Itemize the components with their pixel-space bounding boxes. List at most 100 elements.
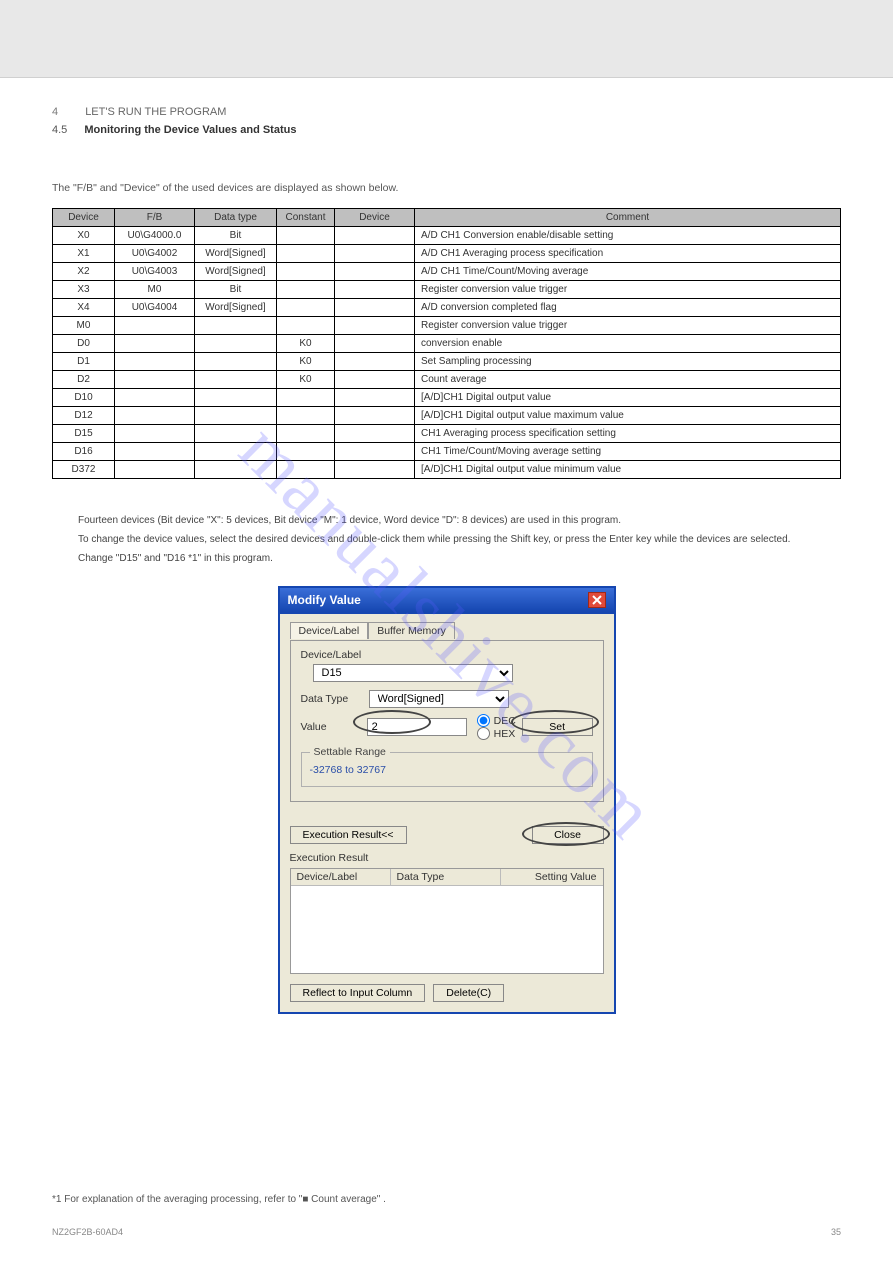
table-cell — [195, 389, 277, 407]
page-footer: NZ2GF2B-60AD4 35 — [52, 1227, 841, 1237]
col-fb: F/B — [115, 209, 195, 227]
chapter-number: 4 — [52, 106, 58, 118]
radix-radio-group: DEC HEX — [477, 714, 516, 740]
grid-col-setting: Setting Value — [501, 869, 603, 885]
radio-hex-input[interactable] — [477, 727, 490, 740]
execution-result-toggle[interactable]: Execution Result<< — [290, 826, 407, 844]
table-cell: U0\G4002 — [115, 245, 195, 263]
tab-device-label[interactable]: Device/Label — [290, 622, 369, 639]
table-cell: conversion enable — [415, 335, 841, 353]
table-cell — [335, 227, 415, 245]
table-cell: Word[Signed] — [195, 245, 277, 263]
table-cell — [335, 407, 415, 425]
col-datatype: Data type — [195, 209, 277, 227]
table-cell — [335, 281, 415, 299]
table-cell — [277, 281, 335, 299]
table-cell: Word[Signed] — [195, 299, 277, 317]
table-cell: A/D conversion completed flag — [415, 299, 841, 317]
table-cell: K0 — [277, 353, 335, 371]
table-row: X1U0\G4002Word[Signed]A/D CH1 Averaging … — [53, 245, 841, 263]
table-cell — [115, 335, 195, 353]
table-cell: Set Sampling processing — [415, 353, 841, 371]
table-row: D16CH1 Time/Count/Moving average setting — [53, 443, 841, 461]
grid-col-datatype: Data Type — [391, 869, 501, 885]
table-cell: D10 — [53, 389, 115, 407]
table-cell — [115, 407, 195, 425]
set-button[interactable]: Set — [522, 718, 593, 736]
table-cell — [277, 389, 335, 407]
range-text: -32768 to 32767 — [310, 764, 584, 776]
device-table: Device F/B Data type Constant Device Com… — [52, 208, 841, 479]
grid-col-device: Device/Label — [291, 869, 391, 885]
data-type-label: Data Type — [301, 693, 363, 705]
table-cell — [335, 335, 415, 353]
table-cell — [277, 443, 335, 461]
table-cell: U0\G4003 — [115, 263, 195, 281]
table-cell: D16 — [53, 443, 115, 461]
radio-hex[interactable]: HEX — [477, 727, 516, 740]
table-row: X4U0\G4004Word[Signed]A/D conversion com… — [53, 299, 841, 317]
close-button[interactable]: Close — [532, 826, 604, 844]
col-constant: Constant — [277, 209, 335, 227]
data-type-select[interactable]: Word[Signed] — [369, 690, 509, 708]
table-cell — [335, 425, 415, 443]
section-title: Monitoring the Device Values and Status — [84, 124, 296, 136]
radio-dec[interactable]: DEC — [477, 714, 516, 727]
table-cell — [277, 461, 335, 479]
table-cell: [A/D]CH1 Digital output value minimum va… — [415, 461, 841, 479]
table-cell: D372 — [53, 461, 115, 479]
table-cell — [277, 263, 335, 281]
tab-buffer-memory[interactable]: Buffer Memory — [368, 622, 455, 639]
table-cell — [335, 371, 415, 389]
radio-dec-input[interactable] — [477, 714, 490, 727]
table-cell: [A/D]CH1 Digital output value maximum va… — [415, 407, 841, 425]
table-cell — [335, 461, 415, 479]
page-header-band — [0, 0, 893, 78]
table-row: M0Register conversion value trigger — [53, 317, 841, 335]
table-cell: K0 — [277, 335, 335, 353]
settable-range-group: Settable Range -32768 to 32767 — [301, 746, 593, 787]
table-cell — [335, 245, 415, 263]
table-cell: Bit — [195, 281, 277, 299]
result-grid-header: Device/Label Data Type Setting Value — [291, 869, 603, 886]
close-icon[interactable] — [588, 592, 606, 608]
table-cell: Register conversion value trigger — [415, 317, 841, 335]
table-cell: X0 — [53, 227, 115, 245]
table-cell: U0\G4000.0 — [115, 227, 195, 245]
footnote-text: *1 For explanation of the averaging proc… — [52, 1194, 386, 1205]
table-row: D10 [A/D]CH1 Digital output value — [53, 389, 841, 407]
table-cell — [277, 425, 335, 443]
table-cell: A/D CH1 Averaging process specification — [415, 245, 841, 263]
table-cell: Count average — [415, 371, 841, 389]
dialog-body: Device/Label Buffer Memory Device/Label … — [278, 612, 616, 1014]
table-cell: M0 — [115, 281, 195, 299]
table-cell: Bit — [195, 227, 277, 245]
dialog-titlebar[interactable]: Modify Value — [278, 586, 616, 612]
table-cell — [335, 443, 415, 461]
table-cell: Word[Signed] — [195, 263, 277, 281]
table-cell: D15 — [53, 425, 115, 443]
table-row: X3M0BitRegister conversion value trigger — [53, 281, 841, 299]
table-cell: K0 — [277, 371, 335, 389]
col-comment: Comment — [415, 209, 841, 227]
table-cell: A/D CH1 Time/Count/Moving average — [415, 263, 841, 281]
value-input[interactable] — [367, 718, 467, 736]
table-cell — [115, 389, 195, 407]
device-label-label: Device/Label — [301, 649, 593, 661]
col-device: Device — [53, 209, 115, 227]
chapter-title: LET'S RUN THE PROGRAM — [85, 106, 226, 118]
delete-button[interactable]: Delete(C) — [433, 984, 504, 1002]
execution-result-grid: Device/Label Data Type Setting Value — [290, 868, 604, 974]
table-row: D1K0Set Sampling processing — [53, 353, 841, 371]
device-label-select[interactable]: D15 — [313, 664, 513, 682]
table-cell — [115, 425, 195, 443]
table-cell: [A/D]CH1 Digital output value — [415, 389, 841, 407]
reflect-to-input-button[interactable]: Reflect to Input Column — [290, 984, 426, 1002]
table-cell: D0 — [53, 335, 115, 353]
table-cell: U0\G4004 — [115, 299, 195, 317]
table-cell — [195, 461, 277, 479]
table-cell — [335, 263, 415, 281]
table-cell — [335, 353, 415, 371]
table-cell — [115, 317, 195, 335]
table-cell — [277, 407, 335, 425]
